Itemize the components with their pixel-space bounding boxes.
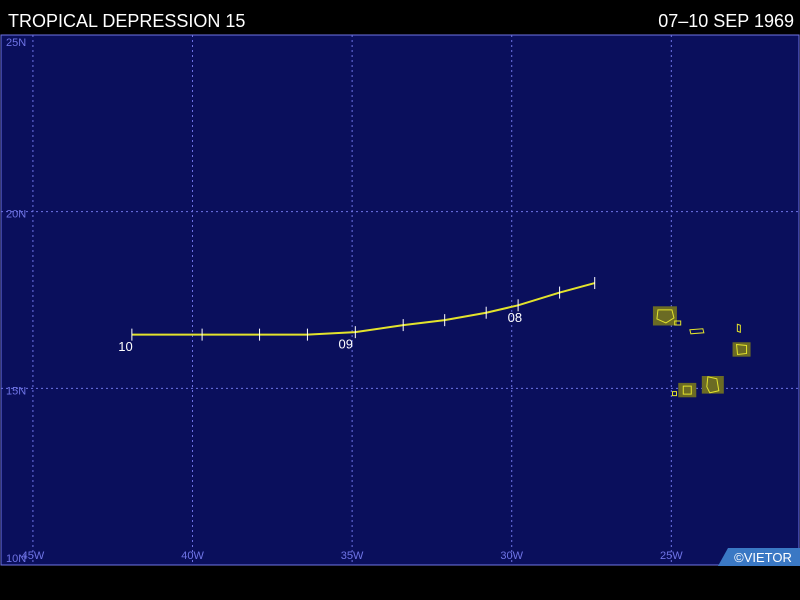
lon-tick-label: 30W	[500, 550, 523, 562]
day-label-10: 10	[118, 339, 132, 354]
lon-tick-label: 25W	[660, 550, 683, 562]
track-map[interactable]: 08 09 10 25N 20N 15N 10N 45W 40W 35W 30W 25W ©VIET…	[0, 34, 800, 566]
island-boa-vista	[732, 342, 751, 357]
credit-badge: ©VIETOR	[718, 548, 800, 566]
island-fogo	[678, 382, 697, 398]
lat-tick-label: 15N	[6, 385, 26, 397]
day-label-09: 09	[339, 337, 353, 352]
header-bar: TROPICAL DEPRESSION 15 07–10 SEP 1969	[0, 0, 800, 34]
island-santo-antao	[652, 306, 677, 326]
footer-bar	[0, 566, 800, 600]
day-label-08: 08	[508, 310, 522, 325]
ocean-background	[0, 34, 800, 566]
date-range: 07–10 SEP 1969	[658, 11, 794, 31]
map-canvas[interactable]: 080910 25N20N15N10N45W 40W 35W 30W 25W ©VIET…	[0, 34, 800, 566]
lon-tick-label: 40W	[181, 550, 204, 562]
lat-tick-label: 25N	[6, 37, 26, 49]
lon-tick-label: 45W	[22, 550, 45, 562]
lon-tick-label: 35W	[341, 550, 364, 562]
credit-text: ©VIETOR	[734, 550, 792, 565]
storm-title: TROPICAL DEPRESSION 15	[8, 11, 246, 31]
island-santiago	[701, 376, 724, 394]
lat-tick-label: 20N	[6, 209, 26, 221]
